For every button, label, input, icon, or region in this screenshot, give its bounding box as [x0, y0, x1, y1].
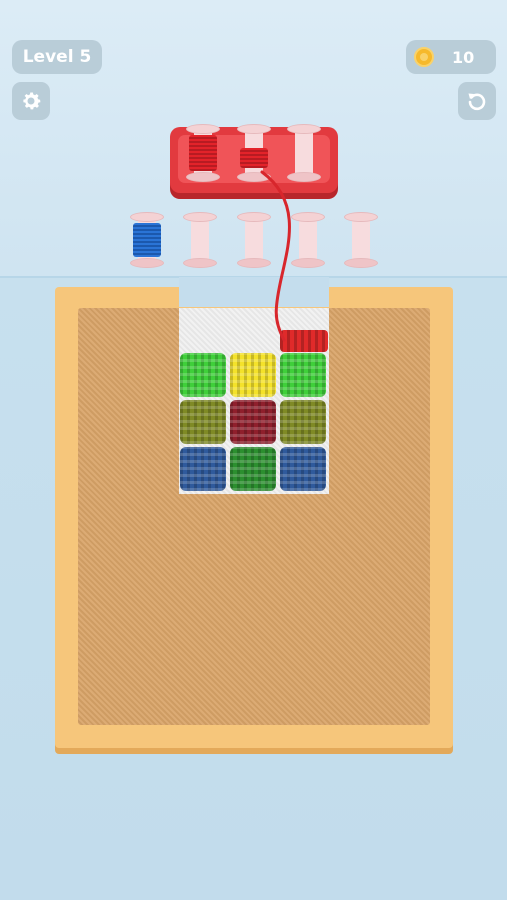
stitch-cell: [280, 353, 326, 397]
stitch-cell: [180, 447, 226, 491]
stitch-cell: [230, 353, 276, 397]
stitch-cell: [180, 400, 226, 444]
stitch-cell: [280, 447, 326, 491]
stitch-cell: [230, 400, 276, 444]
stitch-cell: [180, 353, 226, 397]
red-thread-line: [260, 170, 291, 342]
stitch-cell: [230, 447, 276, 491]
stitch-cell: [280, 400, 326, 444]
